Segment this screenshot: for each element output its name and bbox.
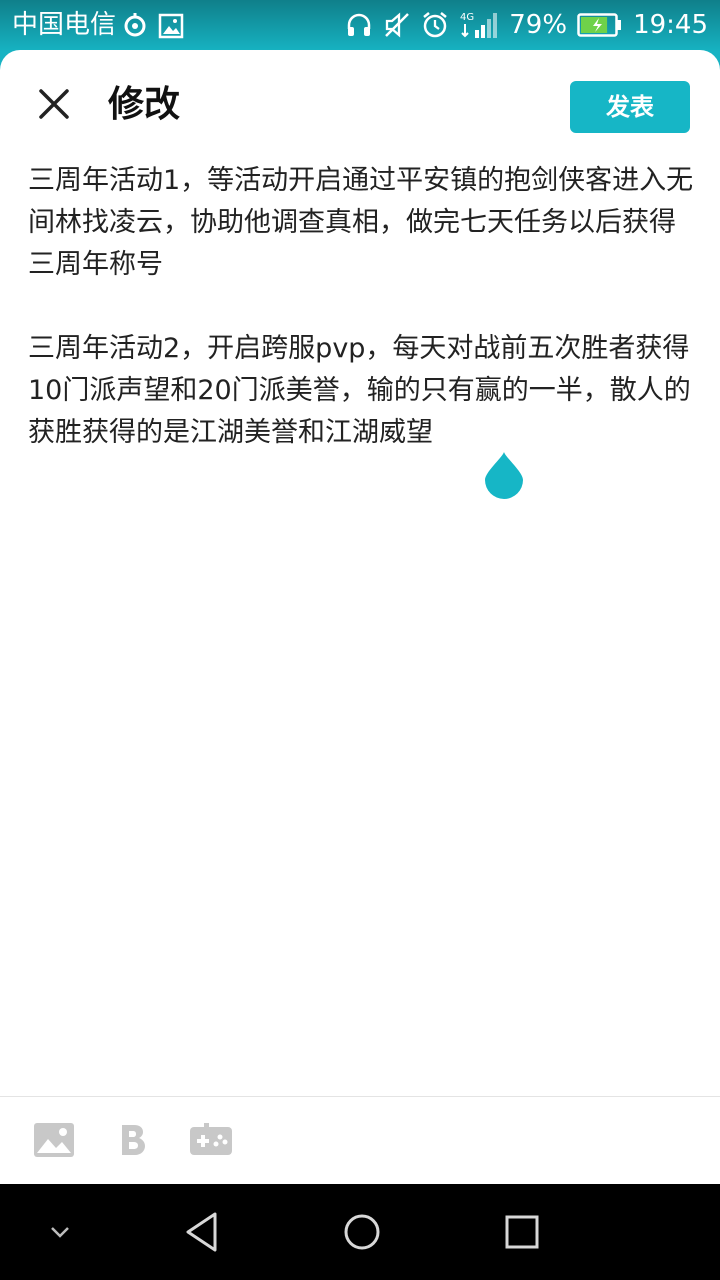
game-link-button[interactable]	[190, 1123, 232, 1161]
screen: 中国电信 4G 79% 19:45 修改 发表 三周年活动1，等活动开启通过平安…	[0, 0, 720, 1280]
back-icon	[186, 1212, 217, 1252]
back-button[interactable]	[182, 1208, 222, 1260]
status-bar: 中国电信 4G 79% 19:45	[0, 0, 720, 50]
recents-icon	[505, 1215, 539, 1249]
battery-percent: 79%	[509, 10, 568, 40]
bold-button[interactable]	[120, 1123, 146, 1161]
chevron-down-icon	[51, 1227, 69, 1238]
recents-button[interactable]	[502, 1208, 542, 1260]
editor-blank-line	[28, 286, 696, 328]
headphones-icon	[345, 11, 373, 39]
clock: 19:45	[633, 10, 708, 40]
gallery-icon	[158, 10, 184, 40]
editor-paragraph-1: 三周年活动1，等活动开启通过平安镇的抱剑侠客进入无间林找凌云，协助他调查真相，做…	[28, 165, 694, 280]
gamepad-icon	[190, 1123, 232, 1155]
alarm-icon	[421, 11, 449, 39]
text-cursor-handle[interactable]	[483, 450, 525, 500]
bold-icon	[122, 1125, 145, 1155]
cursor-handle-icon	[485, 452, 523, 499]
home-button[interactable]	[342, 1208, 382, 1260]
edit-sheet: 修改 发表 三周年活动1，等活动开启通过平安镇的抱剑侠客进入无间林找凌云，协助他…	[0, 50, 720, 1185]
sync-icon	[122, 10, 148, 40]
editor-paragraph-2: 三周年活动2，开启跨服pvp，每天对战前五次胜者获得10门派声望和20门派美誉，…	[28, 333, 691, 448]
hide-keyboard-button[interactable]	[48, 1222, 72, 1246]
mute-icon	[383, 11, 411, 39]
post-editor[interactable]: 三周年活动1，等活动开启通过平安镇的抱剑侠客进入无间林找凌云，协助他调查真相，做…	[28, 160, 696, 454]
close-icon	[39, 89, 69, 119]
battery-icon	[577, 12, 623, 38]
insert-image-button[interactable]	[34, 1123, 74, 1161]
editor-toolbar	[0, 1096, 720, 1185]
home-icon	[344, 1214, 380, 1250]
close-button[interactable]	[30, 80, 78, 128]
notification-icons	[122, 10, 184, 40]
signal-icon: 4G	[459, 10, 499, 40]
page-title: 修改	[108, 84, 181, 125]
carrier-name: 中国电信	[12, 10, 117, 40]
network-type-label: 4G	[460, 12, 474, 23]
publish-button[interactable]: 发表	[570, 81, 690, 133]
image-icon	[34, 1123, 74, 1157]
navigation-bar	[0, 1184, 720, 1280]
status-right: 4G 79% 19:45	[345, 8, 708, 42]
